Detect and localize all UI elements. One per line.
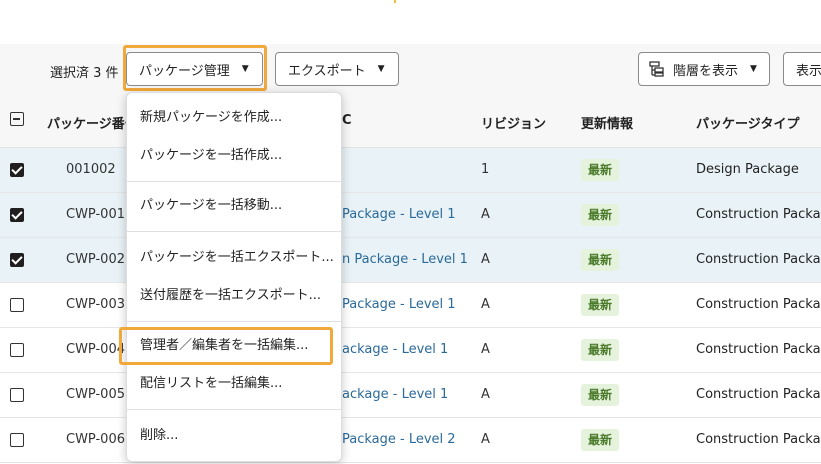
menu-separator [127, 409, 341, 410]
caret-down-icon: ▼ [241, 64, 249, 74]
revision-cell: A [481, 432, 490, 447]
show-button[interactable]: 表示 [783, 52, 821, 86]
table-row[interactable]: CWP-001 Package - Level 1 A 最新 Construction … [0, 193, 821, 238]
menu-item-bulk-create[interactable]: パッケージを一括作成... [127, 137, 341, 175]
header-package-type[interactable]: パッケージタイプ [696, 113, 799, 132]
package-manage-button[interactable]: パッケージ管理 ▼ [126, 52, 263, 86]
menu-item-bulk-move[interactable]: パッケージを一括移動... [127, 187, 341, 225]
revision-cell: A [481, 252, 490, 267]
header-package-number[interactable]: パッケージ番号 [47, 113, 138, 132]
package-name-link[interactable]: Package - Level 2 [342, 432, 456, 447]
package-type-cell: Construction Package [696, 207, 821, 222]
package-number-cell: CWP-002 [66, 252, 125, 267]
table-row[interactable]: 001002 1 最新 Design Package [0, 148, 821, 193]
package-type-cell: Construction Package [696, 387, 821, 402]
menu-separator [127, 231, 341, 232]
row-checkbox[interactable] [10, 433, 24, 447]
top-strip [0, 0, 821, 44]
package-number-cell: 001002 [66, 162, 116, 177]
package-number-cell: CWP-006 [66, 432, 125, 447]
menu-item-bulk-export-transmittals[interactable]: 送付履歴を一括エクスポート... [127, 277, 341, 315]
menu-item-highlight [119, 327, 333, 365]
show-label: 表示 [796, 63, 821, 79]
table-row[interactable]: CWP-005 ackage - Level 1 A 最新 Construction P… [0, 373, 821, 418]
status-badge: 最新 [581, 429, 620, 451]
package-type-cell: Construction Package [696, 432, 821, 447]
package-type-cell: Construction Package [696, 297, 821, 312]
revision-cell: 1 [481, 162, 490, 177]
package-number-cell: CWP-005 [66, 387, 125, 402]
table-row[interactable]: CWP-003 Package - Level 1 A 最新 Construction … [0, 283, 821, 328]
row-checkbox[interactable] [10, 298, 24, 312]
show-hierarchy-label: 階層を表示 [673, 63, 739, 79]
revision-cell: A [481, 387, 490, 402]
package-number-cell: CWP-001 [66, 207, 125, 222]
show-hierarchy-button[interactable]: 階層を表示 ▼ [638, 52, 770, 86]
header-name[interactable]: C [342, 113, 352, 128]
package-number-cell: CWP-003 [66, 297, 125, 312]
menu-item-delete[interactable]: 削除... [127, 417, 341, 455]
row-checkbox[interactable] [10, 388, 24, 402]
status-badge: 最新 [581, 339, 620, 361]
decorative-dot [394, 0, 396, 3]
row-checkbox[interactable] [10, 343, 24, 357]
table-row[interactable]: CWP-006 Package - Level 2 A 最新 Construction … [0, 418, 821, 463]
menu-separator [127, 321, 341, 322]
package-name-link[interactable]: Package - Level 1 [342, 297, 456, 312]
package-name-link[interactable]: ackage - Level 1 [342, 342, 448, 357]
package-manage-menu: 新規パッケージを作成... パッケージを一括作成... パッケージを一括移動..… [119, 92, 342, 462]
caret-down-icon: ▼ [377, 64, 385, 74]
menu-item-bulk-edit-distribution[interactable]: 配信リストを一括編集... [127, 365, 341, 403]
header-revision[interactable]: リビジョン [481, 113, 546, 132]
menu-item-bulk-export-packages[interactable]: パッケージを一括エクスポート... [127, 239, 341, 277]
revision-cell: A [481, 297, 490, 312]
menu-separator [127, 181, 341, 182]
row-checkbox[interactable] [10, 253, 24, 267]
status-badge: 最新 [581, 204, 620, 226]
toolbar: 選択済 3 件 パッケージ管理 ▼ エクスポート ▼ 階層を表示 ▼ 表示 [0, 44, 821, 96]
package-name-link[interactable]: ackage - Level 1 [342, 387, 448, 402]
package-type-cell: Construction Package [696, 342, 821, 357]
table-row[interactable]: CWP-002 n Package - Level 1 A 最新 Constructio… [0, 238, 821, 283]
menu-item-create-package[interactable]: 新規パッケージを作成... [127, 99, 341, 137]
select-all-checkbox[interactable] [10, 112, 24, 126]
header-update-info[interactable]: 更新情報 [581, 113, 633, 132]
row-checkbox[interactable] [10, 208, 24, 222]
export-label: エクスポート [288, 63, 366, 79]
package-name-link[interactable]: Package - Level 1 [342, 207, 456, 222]
hierarchy-icon [649, 61, 665, 77]
package-type-cell: Design Package [696, 162, 799, 177]
caret-down-icon: ▼ [750, 64, 757, 74]
package-name-link[interactable]: n Package - Level 1 [342, 252, 468, 267]
revision-cell: A [481, 342, 490, 357]
row-checkbox[interactable] [10, 163, 24, 177]
table-header: パッケージ番号 C リビジョン 更新情報 パッケージタイプ [0, 96, 821, 148]
package-type-cell: Construction Package [696, 252, 821, 267]
status-badge: 最新 [581, 384, 620, 406]
package-number-cell: CWP-004 [66, 342, 125, 357]
export-button[interactable]: エクスポート ▼ [275, 52, 399, 86]
selected-count: 選択済 3 件 [50, 66, 119, 81]
revision-cell: A [481, 207, 490, 222]
package-manage-label: パッケージ管理 [139, 63, 230, 79]
status-badge: 最新 [581, 294, 620, 316]
status-badge: 最新 [581, 159, 620, 181]
status-badge: 最新 [581, 249, 620, 271]
